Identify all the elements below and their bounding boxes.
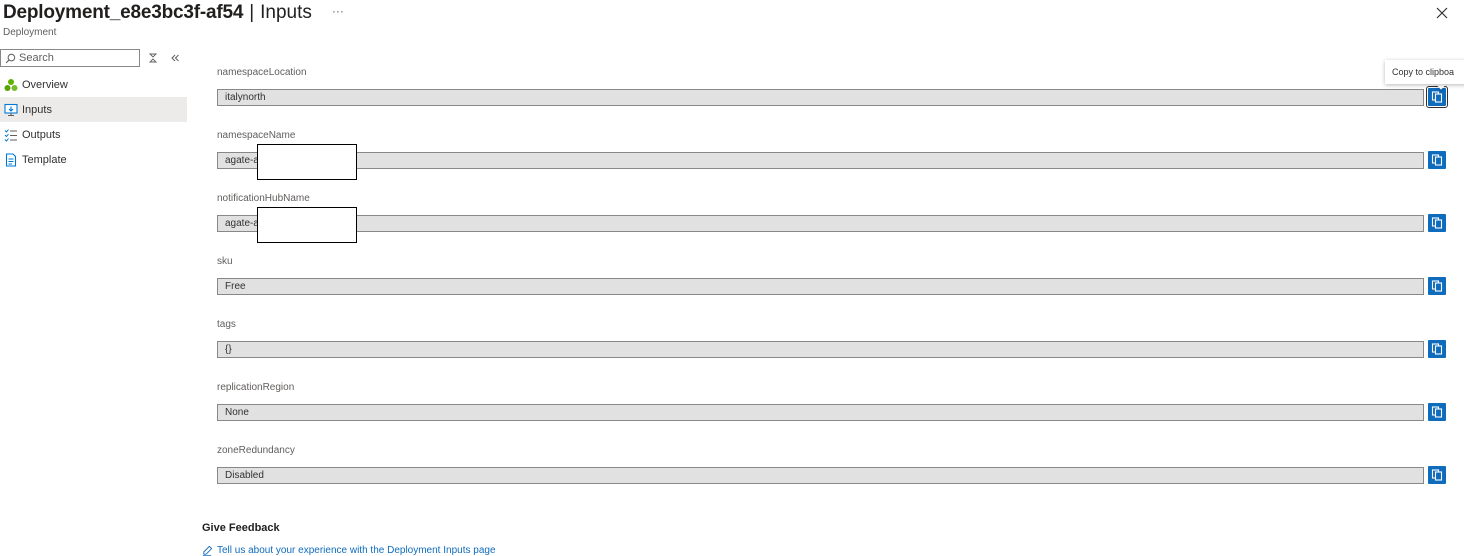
copy-to-clipboard-button[interactable] (1428, 340, 1446, 358)
copy-icon (1431, 343, 1443, 355)
field-label: namespaceLocation (217, 67, 307, 78)
field-label: namespaceName (217, 130, 296, 141)
sidebar-item-template[interactable]: Template (0, 147, 187, 172)
sidebar-nav: Overview Inputs Outputs Template (0, 72, 187, 172)
field-value[interactable]: agate-a (217, 152, 1424, 169)
field-value[interactable]: None (217, 404, 1424, 421)
field-label: notificationHubName (217, 193, 310, 204)
copy-to-clipboard-button[interactable] (1426, 86, 1448, 108)
copy-to-clipboard-button[interactable] (1428, 277, 1446, 295)
overview-icon (4, 78, 18, 92)
inputs-icon (4, 103, 18, 117)
field-value[interactable]: italynorth (217, 89, 1424, 106)
redaction-box (257, 144, 357, 180)
field-label: tags (217, 319, 236, 330)
redaction-box (257, 207, 357, 243)
sidebar-item-label: Inputs (22, 103, 52, 116)
search-input[interactable] (16, 52, 129, 64)
collapse-sidebar-icon[interactable] (167, 50, 183, 66)
page-header: Deployment_e8e3bc3f-af54 | Inputs ··· De… (3, 2, 344, 38)
field-value[interactable]: Disabled (217, 467, 1424, 484)
page-title: Deployment_e8e3bc3f-af54 (3, 2, 244, 23)
field-tags: tags {} (217, 319, 1447, 359)
sidebar-item-outputs[interactable]: Outputs (0, 122, 187, 147)
field-namespace-location: namespaceLocation italynorth (217, 67, 1448, 108)
copy-icon (1431, 406, 1443, 418)
title-row: Deployment_e8e3bc3f-af54 | Inputs ··· (3, 2, 344, 24)
copy-icon (1431, 280, 1443, 292)
resource-type-label: Deployment (3, 27, 57, 38)
field-zone-redundancy: zoneRedundancy Disabled (217, 445, 1447, 485)
feedback-heading: Give Feedback (202, 522, 280, 534)
copy-icon (1431, 469, 1443, 481)
feedback-link[interactable]: Tell us about your experience with the D… (202, 545, 496, 556)
copy-to-clipboard-button[interactable] (1428, 403, 1446, 421)
field-sku: sku Free (217, 256, 1447, 296)
copy-to-clipboard-button[interactable] (1428, 151, 1446, 169)
field-value[interactable]: agate-a (217, 215, 1424, 232)
copy-tooltip: Copy to clipboa (1385, 60, 1464, 84)
field-label: zoneRedundancy (217, 445, 295, 456)
field-namespace-name: namespaceName agate-a (217, 130, 1447, 180)
more-options-button[interactable]: ··· (332, 4, 344, 18)
close-icon[interactable] (1434, 5, 1450, 21)
clear-filter-icon[interactable] (145, 50, 161, 66)
feedback-link-text: Tell us about your experience with the D… (217, 545, 496, 556)
field-notification-hub-name: notificationHubName agate-a (217, 193, 1447, 243)
sidebar-item-label: Outputs (22, 128, 61, 141)
field-value[interactable]: Free (217, 278, 1424, 295)
copy-icon (1431, 154, 1443, 166)
copy-to-clipboard-button[interactable] (1428, 214, 1446, 232)
copy-icon (1431, 217, 1443, 229)
outputs-icon (4, 128, 18, 142)
search-icon (5, 53, 16, 63)
field-replication-region: replicationRegion None (217, 382, 1447, 422)
sidebar-item-inputs[interactable]: Inputs (0, 97, 187, 122)
field-value[interactable]: {} (217, 341, 1424, 358)
search-box (0, 49, 140, 67)
page-subtitle-section: Inputs (260, 2, 312, 23)
template-icon (4, 152, 18, 167)
sidebar-item-label: Overview (22, 78, 68, 91)
copy-icon (1431, 91, 1443, 103)
copy-to-clipboard-button[interactable] (1428, 466, 1446, 484)
sidebar-item-label: Template (22, 153, 67, 166)
sidebar-item-overview[interactable]: Overview (0, 72, 187, 97)
field-label: sku (217, 256, 233, 267)
title-separator: | (249, 2, 255, 23)
feedback-icon (202, 545, 213, 556)
field-label: replicationRegion (217, 382, 295, 393)
